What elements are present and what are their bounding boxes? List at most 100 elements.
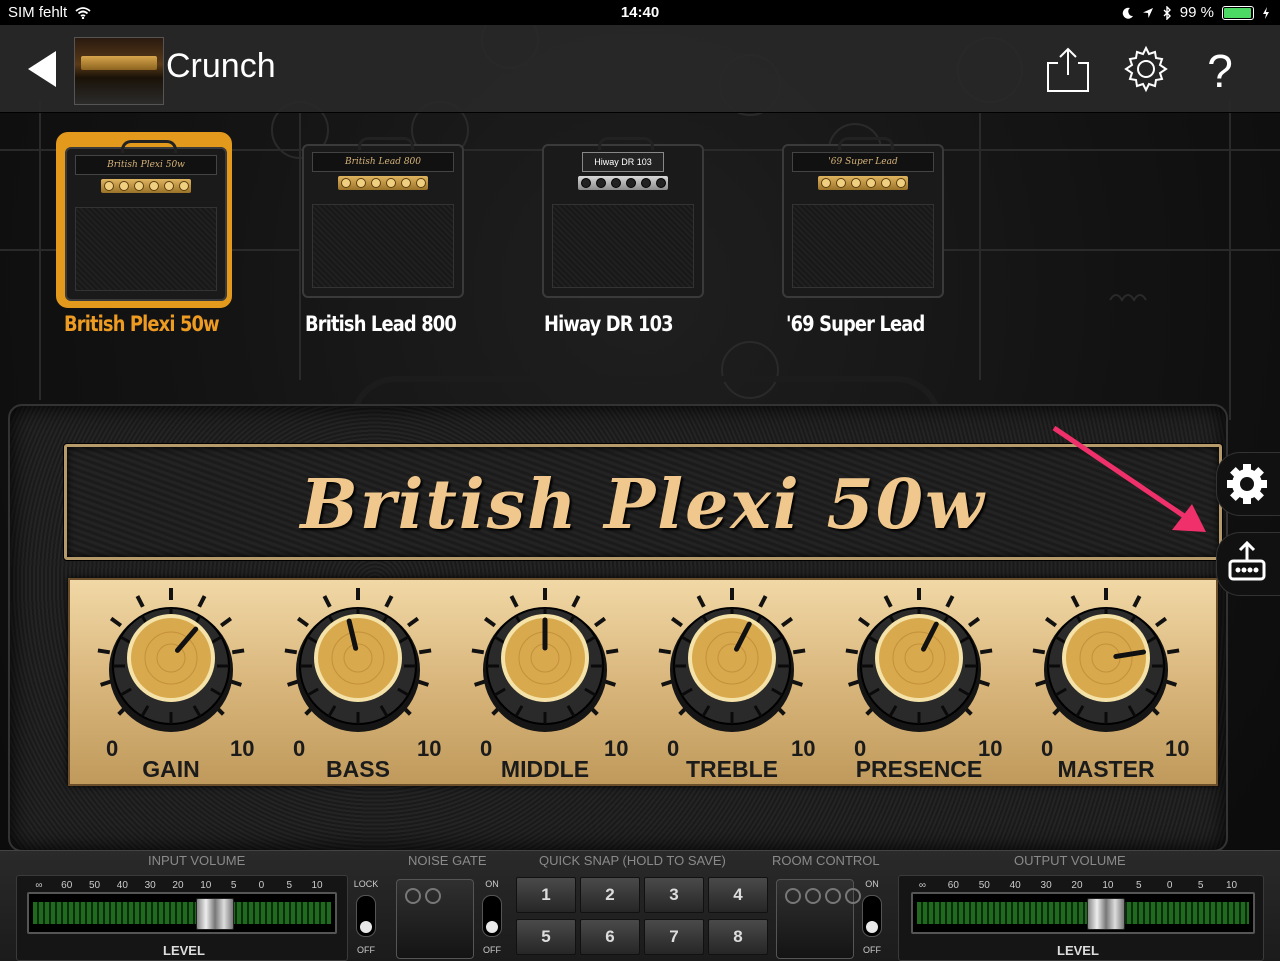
room-control-toggle-group: ON OFF [854, 875, 890, 959]
quick-snap-button-7[interactable]: 7 [644, 919, 704, 955]
battery-icon [1222, 5, 1254, 20]
amp-thumbnail: Hiway DR 103 [542, 137, 704, 298]
clock: 14:40 [620, 4, 660, 21]
amp-thumbnail-knobs [818, 176, 908, 190]
scale-tick-label: 20 [1071, 880, 1083, 891]
scale-tick-label: 40 [1009, 880, 1021, 891]
knob-treble[interactable]: 0 10 TREBLE [639, 580, 825, 784]
input-volume-title: INPUT VOLUME [148, 853, 246, 868]
back-arrow-icon [28, 51, 56, 87]
input-level-label: LEVEL [163, 943, 205, 958]
scale-tick-label: 5 [286, 880, 292, 891]
scale-tick-label: ∞ [918, 880, 927, 891]
quick-snap-button-6[interactable]: 6 [580, 919, 640, 955]
amp-thumbnail-knobs [338, 176, 428, 190]
settings-button[interactable] [1122, 45, 1170, 93]
amp-name-69-super-lead[interactable]: '69 Super Lead [786, 312, 925, 336]
amp-badge: British Plexi 50w [75, 155, 217, 175]
amp-tile-69-super-lead[interactable]: '69 Super Lead [776, 132, 946, 302]
amp-grille [75, 207, 217, 291]
output-volume-scale: ∞ 60 50 40 30 20 10 5 0 5 10 [907, 880, 1247, 891]
knob-middle-dial[interactable] [452, 580, 638, 740]
amp-tile-british-lead[interactable]: British Lead 800 [296, 132, 466, 302]
knob-name-label: PRESENCE [855, 756, 983, 782]
scale-tick-label: 50 [88, 880, 101, 891]
amp-control-panel: 0 10 GAIN 0 10 BASS 0 10 MIDDLE 0 10 TREBLE 0 10 PRESE… [68, 578, 1218, 786]
amp-thumbnail: British Plexi 50w [65, 140, 227, 301]
knob-middle[interactable]: 0 10 MIDDLE [452, 580, 638, 784]
scale-tick-label: 10 [200, 880, 212, 891]
input-volume-thumb[interactable] [196, 898, 235, 930]
output-volume-meter: ∞ 60 50 40 30 20 10 5 0 5 10 LEVEL [898, 875, 1264, 961]
amp-badge: British Lead 800 [312, 152, 454, 172]
quick-snap-button-1[interactable]: 1 [516, 877, 576, 913]
output-level-leds [917, 902, 1249, 924]
knob-master[interactable]: 0 10 MASTER [1013, 580, 1199, 784]
help-button[interactable]: ? [1196, 45, 1244, 97]
room-control-on-label: ON [865, 879, 879, 889]
quick-snap-title: QUICK SNAP (HOLD TO SAVE) [539, 853, 726, 868]
share-icon [1047, 47, 1089, 92]
quick-snap-button-3[interactable]: 3 [644, 877, 704, 913]
status-bar: SIM fehlt 14:40 99 % [0, 0, 1280, 25]
scale-tick-label: 5 [1197, 880, 1204, 891]
share-button[interactable] [1044, 45, 1092, 93]
location-arrow-icon [1142, 7, 1153, 18]
knob-bass-dial[interactable] [265, 580, 451, 740]
noise-gate-toggle[interactable] [482, 895, 502, 937]
amp-tile-british-plexi[interactable]: British Plexi 50w [56, 132, 232, 308]
scale-tick-label: 10 [1225, 880, 1238, 891]
quick-snap-button-2[interactable]: 2 [580, 877, 640, 913]
scale-tick-label: 30 [144, 880, 156, 891]
lock-label: LOCK [353, 879, 379, 889]
back-button[interactable] [22, 47, 62, 91]
output-volume-thumb[interactable] [1087, 898, 1125, 930]
quick-snap-button-8[interactable]: 8 [708, 919, 768, 955]
input-volume-slider[interactable] [27, 892, 337, 934]
quick-snap-grid: 1 2 3 4 5 6 7 8 [516, 877, 768, 957]
room-control-toggle[interactable] [862, 895, 882, 937]
output-volume-slider[interactable] [911, 892, 1255, 934]
charging-bolt-icon [1263, 6, 1269, 19]
quick-snap-button-5[interactable]: 5 [516, 919, 576, 955]
preset-title[interactable]: Crunch [166, 47, 276, 86]
room-control-pedal[interactable] [776, 879, 861, 959]
preset-thumbnail[interactable] [74, 37, 164, 105]
amp-badge: '69 Super Lead [792, 152, 934, 172]
amp-grille [312, 204, 454, 288]
noise-gate-pedal[interactable] [396, 879, 474, 959]
knob-treble-dial[interactable] [639, 580, 825, 740]
amp-tile-hiway[interactable]: Hiway DR 103 [536, 132, 706, 302]
svg-text:?: ? [1207, 45, 1233, 93]
input-lock-toggle[interactable] [356, 895, 376, 937]
room-control-off-label: OFF [863, 945, 881, 955]
knob-presence-dial[interactable] [826, 580, 1012, 740]
scale-tick-label: 50 [978, 880, 990, 891]
noise-gate-on-label: ON [485, 879, 499, 889]
knob-bass[interactable]: 0 10 BASS [265, 580, 451, 784]
battery-percent: 99 % [1179, 4, 1214, 21]
knob-name-label: TREBLE [686, 756, 778, 782]
amp-grille [552, 204, 694, 288]
output-level-label: LEVEL [1057, 943, 1099, 958]
quick-snap-button-4[interactable]: 4 [708, 877, 768, 913]
scale-tick-label: 10 [1102, 880, 1114, 891]
amp-name-british-lead[interactable]: British Lead 800 [305, 312, 457, 336]
thumbnail-panel [81, 56, 157, 70]
noise-gate-title: NOISE GATE [408, 853, 487, 868]
annotation-arrow [1052, 425, 1206, 532]
knob-presence[interactable]: 0 10 PRESENCE [826, 580, 1012, 784]
amp-name-british-plexi[interactable]: British Plexi 50w [64, 312, 220, 336]
amp-thumbnail-knobs [101, 179, 191, 193]
knob-gain-dial[interactable] [78, 580, 264, 740]
knob-name-label: GAIN [142, 756, 200, 782]
knob-gain[interactable]: 0 10 GAIN [78, 580, 264, 784]
lock-off-label: OFF [357, 945, 375, 955]
output-volume-title: OUTPUT VOLUME [1014, 853, 1126, 868]
amp-thumbnail: British Lead 800 [302, 137, 464, 298]
amp-thumbnail: '69 Super Lead [782, 137, 944, 298]
input-level-leds [33, 902, 331, 924]
knob-master-dial[interactable] [1013, 580, 1199, 740]
amp-name-hiway[interactable]: Hiway DR 103 [544, 312, 674, 336]
scale-tick-label: ∞ [35, 880, 43, 891]
